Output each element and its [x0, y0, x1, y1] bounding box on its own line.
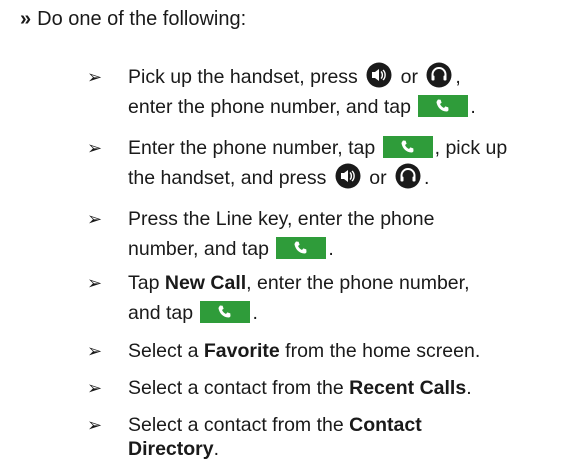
phone-handset-icon: [401, 140, 414, 153]
item-text: number, and tap: [128, 238, 269, 260]
item-text: or: [369, 167, 387, 189]
bullet-arrow-icon: ➢: [87, 209, 103, 229]
phone-handset-icon: [294, 241, 307, 254]
item-text: .: [424, 167, 430, 189]
item-text: Select a: [128, 340, 199, 362]
item-text: Press the Line key, enter the phone: [128, 208, 435, 230]
list-item: Tap New Call, enter the phone number, an…: [128, 268, 548, 328]
bullet-arrow-icon: ➢: [87, 67, 103, 87]
item-text: , pick up: [434, 137, 508, 159]
call-button: [200, 300, 251, 323]
item-text: Select a contact from the: [128, 377, 344, 399]
bullet-arrow-icon: ➢: [87, 415, 103, 435]
bullet-arrow-icon: ➢: [87, 273, 103, 293]
item-text: or: [400, 66, 418, 88]
phone-handset-icon: [218, 305, 231, 318]
intro-line: » Do one of the following:: [20, 4, 246, 34]
item-text: Tap: [128, 272, 160, 294]
list-item: Enter the phone number, tap , pick up th…: [128, 133, 548, 193]
item-text: and tap: [128, 302, 194, 324]
item-bold-text: Favorite: [203, 340, 280, 362]
item-text: .: [328, 238, 334, 260]
item-text: from the home screen.: [285, 340, 481, 362]
speaker-icon: [335, 163, 361, 189]
item-text: .: [466, 377, 472, 399]
item-text: .: [470, 96, 476, 118]
item-text: Select a contact from the: [128, 414, 344, 436]
headset-icon: [426, 62, 452, 88]
call-button: [418, 94, 469, 117]
call-button: [276, 236, 327, 259]
item-text: Enter the phone number, tap: [128, 137, 376, 159]
bullet-arrow-icon: ➢: [87, 378, 103, 398]
call-button: [382, 135, 433, 158]
speaker-icon: [366, 62, 392, 88]
phone-handset-icon: [436, 99, 449, 112]
intro-text: Do one of the following:: [37, 8, 247, 30]
item-text: , enter the phone number,: [246, 272, 470, 294]
item-bold-text: Contact: [349, 414, 422, 436]
bullet-arrow-icon: ➢: [87, 341, 103, 361]
item-bold-text: Directory: [128, 438, 214, 460]
list-item: Select a Favorite from the home screen.: [128, 336, 548, 366]
item-bold-text: New Call: [164, 272, 247, 294]
list-item: Press the Line key, enter the phone numb…: [128, 204, 548, 264]
list-item: Pick up the handset, press or , enter th…: [128, 62, 548, 122]
item-bold-text: Recent Calls: [349, 377, 467, 399]
item-text: the handset, and press: [128, 167, 327, 189]
headset-icon: [395, 163, 421, 189]
item-text: Pick up the handset, press: [128, 66, 358, 88]
intro-marker: »: [20, 8, 32, 30]
bullet-arrow-icon: ➢: [87, 138, 103, 158]
item-text: .: [252, 302, 258, 324]
item-text: .: [213, 438, 220, 460]
item-text: enter the phone number, and tap: [128, 96, 411, 118]
list-item: Select a contact from the Recent Calls.: [128, 373, 548, 403]
list-item: Select a contact from the Contact Direct…: [128, 410, 548, 461]
item-text: ,: [455, 66, 461, 88]
